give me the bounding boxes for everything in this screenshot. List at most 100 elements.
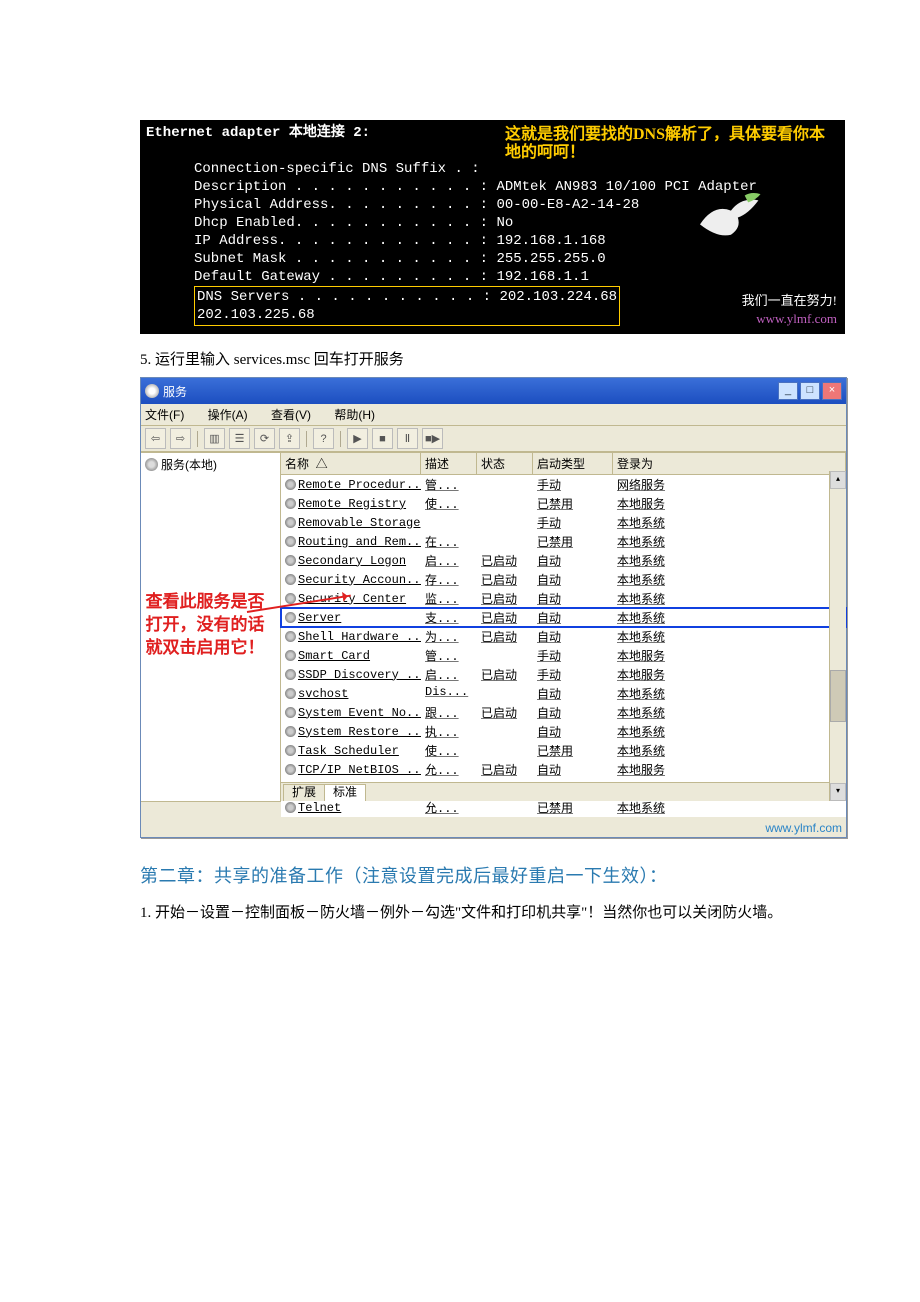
service-start-type: 自动	[533, 571, 613, 588]
chapter-2-heading: 第二章：共享的准备工作（注意设置完成后最好重启一下生效）：	[140, 862, 790, 888]
service-start-type: 自动	[533, 609, 613, 626]
toolbar-properties-icon[interactable]: ☰	[229, 428, 250, 449]
service-status: 已启动	[477, 761, 533, 778]
service-logon: 本地服务	[613, 647, 846, 664]
maximize-button[interactable]: □	[800, 382, 820, 400]
service-icon	[285, 498, 296, 509]
doc-step-5: 5. 运行里输入 services.msc 回车打开服务	[140, 348, 790, 369]
service-row[interactable]: Shell Hardware ...为...已启动自动本地系统	[281, 627, 846, 646]
chapter-2-step-1: 1. 开始－设置－控制面板－防火墙－例外－勾选"文件和打印机共享"！当然你也可以…	[140, 900, 790, 927]
service-name: svchost	[298, 687, 348, 701]
list-scrollbar[interactable]: ▴ ▾	[829, 471, 846, 801]
service-row[interactable]: Security Center监...已启动自动本地系统	[281, 589, 846, 608]
service-logon: 本地系统	[613, 685, 846, 702]
service-desc: 管...	[421, 476, 477, 493]
service-row[interactable]: Smart Card管...手动本地服务	[281, 646, 846, 665]
toolbar-help-icon[interactable]: ?	[313, 428, 334, 449]
menu-view[interactable]: 查看(V)	[271, 408, 321, 422]
service-icon	[285, 536, 296, 547]
nav-back-icon[interactable]: ⇦	[145, 428, 166, 449]
service-row[interactable]: Task Scheduler使...已禁用本地系统	[281, 741, 846, 760]
service-icon	[285, 517, 296, 528]
service-start-type: 手动	[533, 476, 613, 493]
service-desc: 使...	[421, 742, 477, 759]
service-icon	[285, 631, 296, 642]
service-start-type: 自动	[533, 590, 613, 607]
menu-file[interactable]: 文件(F)	[145, 408, 194, 422]
menu-action[interactable]: 操作(A)	[208, 408, 258, 422]
window-toolbar: ⇦ ⇨ ▥ ☰ ⟳ ⇪ ? ▶ ■ Ⅱ ■▶	[141, 426, 846, 452]
service-name: Routing and Rem...	[298, 535, 421, 549]
service-row[interactable]: TCP/IP NetBIOS ...允...已启动自动本地服务	[281, 760, 846, 779]
service-row[interactable]: SSDP Discovery ...启...已启动手动本地服务	[281, 665, 846, 684]
service-start-type: 自动	[533, 685, 613, 702]
service-status	[477, 647, 533, 664]
tab-standard[interactable]: 标准	[324, 784, 366, 801]
service-logon: 本地系统	[613, 723, 846, 740]
service-status	[477, 742, 533, 759]
toolbar-view-icon[interactable]: ▥	[204, 428, 225, 449]
service-desc: 允...	[421, 799, 477, 816]
service-row[interactable]: Remote Procedur...管...手动网络服务	[281, 475, 846, 494]
service-status: 已启动	[477, 609, 533, 626]
toolbar-pause-icon[interactable]: Ⅱ	[397, 428, 418, 449]
service-status	[477, 723, 533, 740]
scroll-thumb[interactable]	[830, 670, 846, 722]
service-name: Remote Registry	[298, 497, 406, 511]
column-desc[interactable]: 描述	[421, 453, 477, 474]
service-start-type: 自动	[533, 552, 613, 569]
toolbar-restart-icon[interactable]: ■▶	[422, 428, 443, 449]
service-icon	[285, 764, 296, 775]
minimize-button[interactable]: _	[778, 382, 798, 400]
service-desc	[421, 514, 477, 531]
service-row[interactable]: System Event No...跟...已启动自动本地系统	[281, 703, 846, 722]
service-desc: 存...	[421, 571, 477, 588]
service-start-type: 手动	[533, 666, 613, 683]
service-name: SSDP Discovery ...	[298, 668, 421, 682]
service-name: Telnet	[298, 801, 341, 815]
service-row[interactable]: Secondary Logon启...已启动自动本地系统	[281, 551, 846, 570]
toolbar-refresh-icon[interactable]: ⟳	[254, 428, 275, 449]
cmd-line-dns1: DNS Servers . . . . . . . . . . . : 202.…	[197, 288, 617, 306]
scroll-up-icon[interactable]: ▴	[830, 471, 846, 489]
service-logon: 本地服务	[613, 495, 846, 512]
service-start-type: 手动	[533, 514, 613, 531]
service-start-type: 已禁用	[533, 799, 613, 816]
service-start-type: 自动	[533, 628, 613, 645]
toolbar-start-icon[interactable]: ▶	[347, 428, 368, 449]
service-row[interactable]: svchostDis...自动本地系统	[281, 684, 846, 703]
service-status	[477, 495, 533, 512]
column-start[interactable]: 启动类型	[533, 453, 613, 474]
service-icon	[285, 612, 296, 623]
service-desc: 在...	[421, 533, 477, 550]
toolbar-stop-icon[interactable]: ■	[372, 428, 393, 449]
tree-node-services-local[interactable]: 服务(本地)	[143, 455, 278, 474]
service-row[interactable]: Routing and Rem...在...已禁用本地系统	[281, 532, 846, 551]
nav-forward-icon[interactable]: ⇨	[170, 428, 191, 449]
service-start-type: 已禁用	[533, 742, 613, 759]
scroll-down-icon[interactable]: ▾	[830, 783, 846, 801]
service-row[interactable]: System Restore ...执...自动本地系统	[281, 722, 846, 741]
window-menubar[interactable]: 文件(F) 操作(A) 查看(V) 帮助(H)	[141, 404, 846, 426]
services-list-pane: 名称 △ 描述 状态 启动类型 登录为 Remote Procedur...管.…	[281, 453, 846, 801]
service-row[interactable]: Removable Storage手动本地系统	[281, 513, 846, 532]
column-status[interactable]: 状态	[477, 453, 533, 474]
service-name: Server	[298, 611, 341, 625]
service-desc: 跟...	[421, 704, 477, 721]
service-row[interactable]: Server支...已启动自动本地系统	[281, 608, 846, 627]
service-row[interactable]: Security Accoun...存...已启动自动本地系统	[281, 570, 846, 589]
service-row[interactable]: Remote Registry使...已禁用本地服务	[281, 494, 846, 513]
service-name: Security Accoun...	[298, 573, 421, 587]
close-button[interactable]: ×	[822, 382, 842, 400]
column-logon[interactable]: 登录为	[613, 453, 846, 474]
column-name[interactable]: 名称 △	[281, 453, 421, 474]
service-logon: 本地系统	[613, 628, 846, 645]
window-titlebar[interactable]: 服务 _ □ ×	[141, 378, 846, 404]
tab-extended[interactable]: 扩展	[283, 784, 325, 801]
service-logon: 本地系统	[613, 609, 846, 626]
list-header[interactable]: 名称 △ 描述 状态 启动类型 登录为	[281, 453, 846, 475]
toolbar-export-icon[interactable]: ⇪	[279, 428, 300, 449]
menu-help[interactable]: 帮助(H)	[334, 408, 385, 422]
service-logon: 本地服务	[613, 666, 846, 683]
service-icon	[285, 726, 296, 737]
